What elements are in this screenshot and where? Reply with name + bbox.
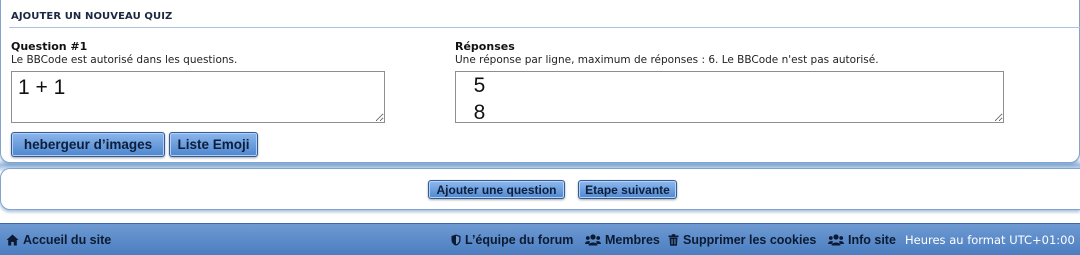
actions-panel: Ajouter une question Etape suivante <box>0 168 1080 210</box>
next-step-button[interactable]: Etape suivante <box>578 180 677 199</box>
timezone-text: Heures au format UTC+01:00 <box>905 232 1075 247</box>
footer-bar: Accueil du site L’équipe du forum Membre… <box>0 223 1080 255</box>
footer-members-label: Membres <box>605 232 660 247</box>
answers-note: Une réponse par ligne, maximum de répons… <box>455 54 879 66</box>
image-host-button[interactable]: hebergeur d’images <box>11 132 165 157</box>
footer-members-link[interactable]: Membres <box>585 233 660 247</box>
panel-title: AJOUTER UN NOUVEAU QUIZ <box>11 11 173 22</box>
new-quiz-panel: AJOUTER UN NOUVEAU QUIZ Question #1 Le B… <box>0 0 1080 163</box>
emoji-list-button[interactable]: Liste Emoji <box>169 132 258 157</box>
footer-home-label: Accueil du site <box>23 232 112 247</box>
page: AJOUTER UN NOUVEAU QUIZ Question #1 Le B… <box>0 0 1080 255</box>
footer-delete-cookies-label: Supprimer les cookies <box>683 232 817 247</box>
footer-home-link[interactable]: Accueil du site <box>6 233 111 247</box>
users-icon <box>828 233 844 246</box>
footer-info-link[interactable]: Info site <box>828 233 896 247</box>
add-question-button[interactable]: Ajouter une question <box>428 180 565 199</box>
answers-textarea[interactable] <box>455 71 1004 123</box>
footer-info-label: Info site <box>848 232 896 247</box>
home-icon <box>6 234 19 246</box>
trash-icon <box>668 233 679 246</box>
shield-icon <box>451 234 461 246</box>
footer-team-label: L’équipe du forum <box>465 232 574 247</box>
answers-heading: Réponses <box>455 40 515 53</box>
footer-delete-cookies-link[interactable]: Supprimer les cookies <box>668 233 816 247</box>
question-heading: Question #1 <box>11 40 88 53</box>
divider <box>9 27 1080 28</box>
footer-team-link[interactable]: L’équipe du forum <box>451 233 573 247</box>
users-icon <box>585 233 601 246</box>
question-textarea[interactable] <box>11 71 385 123</box>
question-note: Le BBCode est autorisé dans les question… <box>11 54 238 66</box>
